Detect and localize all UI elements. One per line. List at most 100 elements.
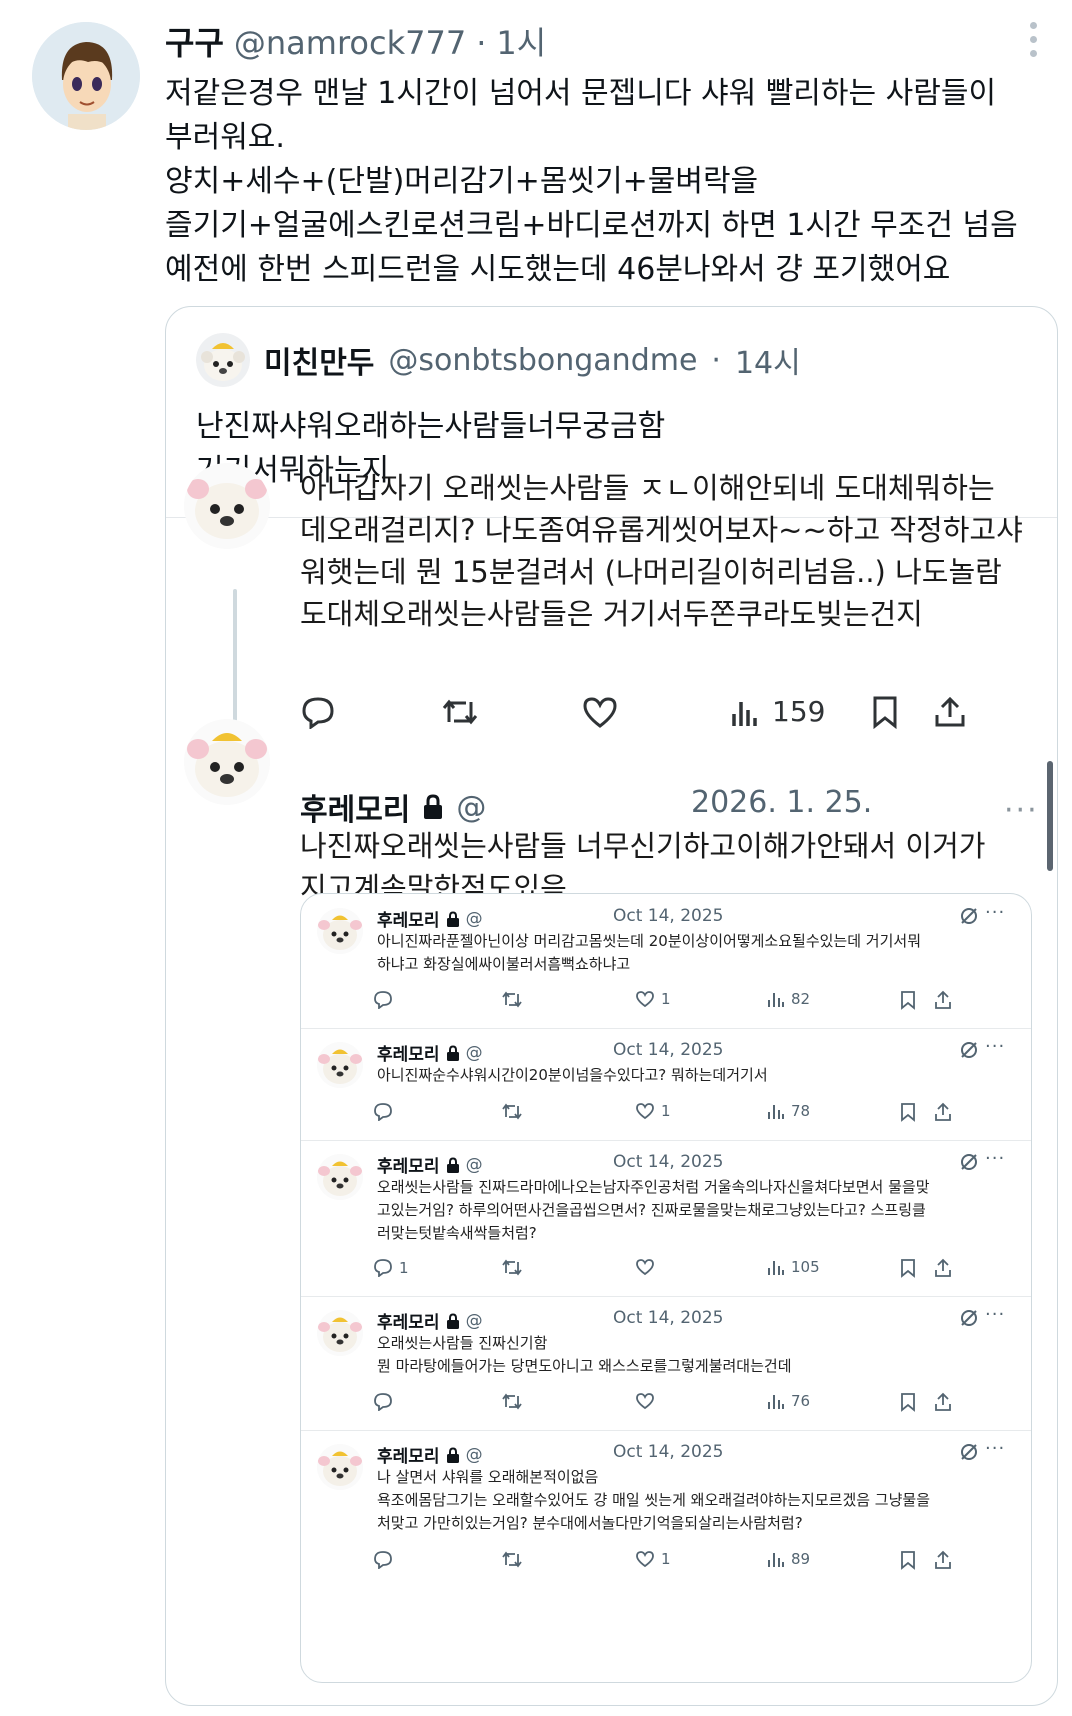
like-icon: 1: [635, 1102, 671, 1120]
mini-name: 후레모리: [377, 1447, 440, 1467]
mini-avatar: [317, 1154, 363, 1200]
mini-line: 고있는거임? 하루의어떤사건을곱씹으면서? 진짜로물을맞는채로그냥있는다고? 스…: [377, 1201, 926, 1219]
quoted-time[interactable]: 14시: [735, 338, 801, 382]
quoted-separator: ·: [711, 342, 721, 378]
mini-handle: @: [465, 1444, 483, 1465]
views-stat: 105: [767, 1258, 820, 1276]
share-icon: [933, 990, 953, 1010]
mini-line: 오래씻는사람들 진짜드라마에나오는남자주인공처럼 거울속의나자신을쳐다보면서 물…: [377, 1178, 930, 1196]
mini-header: 후레모리 @: [377, 1308, 483, 1334]
mini-line: 아니진짜순수샤워시간이20분이넘을수있다고? 뭐하는데거기서: [377, 1066, 768, 1084]
more-horizontal-icon: ···: [985, 1148, 1006, 1169]
embedded-tweet: 후레모리 @ Oct 14, 2025 ··· 오래씻는사람들 진짜드라마에나오는…: [301, 1140, 1031, 1296]
main-display-name[interactable]: 구구: [165, 18, 224, 64]
like-icon: [635, 1392, 661, 1410]
mini-date: Oct 14, 2025: [613, 1442, 724, 1462]
grok-icon: [961, 1310, 977, 1326]
mini-header: 후레모리 @: [377, 1040, 483, 1066]
lock-icon: [446, 1446, 459, 1463]
mini-text: 아니진짜라푼젤아닌이상 머리감고몸씻는데 20분이상이어떻게소요될수있는데 거기…: [377, 930, 921, 976]
mini-date: Oct 14, 2025: [613, 1152, 724, 1172]
quoted-display-name[interactable]: 미친만두: [264, 338, 374, 382]
main-line: 저같은경우 맨날 1시간이 넘어서 문젭니다 샤워 빨리하는 사람들이: [165, 76, 997, 111]
bookmark-icon: [899, 1102, 917, 1122]
mini-actions: 1 82: [373, 990, 1023, 1014]
screenshot-tweet1-actions: 159: [300, 695, 1030, 741]
reply-icon: [373, 990, 399, 1009]
mini-avatar: [317, 1042, 363, 1088]
tweet2-date: 2026. 1. 25.: [691, 785, 873, 820]
share-icon: [933, 1258, 953, 1278]
mini-name: 후레모리: [377, 1045, 440, 1065]
lock-icon: [424, 794, 443, 819]
share-icon: [933, 1392, 953, 1412]
screenshot-avatar-2: [184, 719, 270, 805]
tweet1-line: 도대체오래씻는사람들은 거기서두쫀쿠라도빚는건지: [300, 597, 923, 631]
views-stat: 78: [767, 1102, 810, 1120]
like-icon: [635, 1258, 661, 1276]
tweet2-name: 후레모리: [300, 793, 411, 828]
quoted-handle[interactable]: @sonbtsbongandme: [388, 343, 697, 378]
tweet1-line: 아니갑자기 오래씻는사람들 ㅈㄴ이해안되네 도대체뭐하는: [300, 471, 995, 505]
main-handle[interactable]: @namrock777: [234, 24, 466, 62]
bookmark-icon: [899, 1258, 917, 1278]
mini-line: 욕조에몸담그기는 오래할수있어도 걍 매일 씻는게 왜오래걸려야하는지모르겠음 …: [377, 1491, 931, 1509]
like-icon: 1: [635, 1550, 671, 1568]
mini-handle: @: [465, 1310, 483, 1331]
main-avatar[interactable]: [32, 22, 140, 130]
lock-icon: [446, 1156, 459, 1173]
mini-line: 뭔 마라탕에들어가는 당면도아니고 왜스스로를그렇게불려대는건데: [377, 1357, 792, 1375]
mini-avatar: [317, 1444, 363, 1490]
mini-text: 아니진짜순수샤워시간이20분이넘을수있다고? 뭐하는데거기서: [377, 1064, 768, 1087]
lock-icon: [446, 1312, 459, 1329]
views-stat: 89: [767, 1550, 810, 1568]
quoted-post-card[interactable]: 미친만두 @sonbtsbongandme · 14시 난진짜샤워오래하는사람들…: [165, 306, 1058, 1706]
scrollbar: [1047, 761, 1053, 871]
reply-icon: [300, 695, 336, 729]
mini-name: 후레모리: [377, 1313, 440, 1333]
mini-line: 나 살면서 샤워를 오래해본적이없음: [377, 1468, 599, 1486]
quoted-avatar[interactable]: [196, 333, 250, 387]
grok-icon: [961, 1042, 977, 1058]
main-post-text: 저같은경우 맨날 1시간이 넘어서 문젭니다 샤워 빨리하는 사람들이 부러워요…: [165, 72, 1045, 292]
views-stat: 159: [730, 695, 825, 728]
mini-date: Oct 14, 2025: [613, 1308, 724, 1328]
mini-line: 아니진짜라푼젤아닌이상 머리감고몸씻는데 20분이상이어떻게소요될수있는데 거기…: [377, 932, 921, 950]
quoted-line: 난진짜샤워오래하는사람들너무궁금함: [196, 409, 666, 444]
mini-line: 오래씻는사람들 진짜신기함: [377, 1334, 548, 1352]
more-horizontal-icon: ···: [985, 902, 1006, 923]
mini-avatar: [317, 908, 363, 954]
more-vertical-icon[interactable]: [1028, 22, 1038, 57]
more-horizontal-icon: ···: [1004, 793, 1039, 828]
mini-actions: 76: [373, 1392, 1023, 1416]
tweet2-line: 나진짜오래씻는사람들 너무신기하고이해가안돼서 이거가: [300, 829, 986, 863]
tweet1-line: 데오래걸리지? 나도좀여유롭게씻어보자~~하고 작정하고샤: [300, 513, 1023, 547]
like-icon: 1: [635, 990, 671, 1008]
bookmark-icon: [870, 695, 900, 729]
mini-header: 후레모리 @: [377, 906, 483, 932]
more-horizontal-icon: ···: [985, 1438, 1006, 1459]
mini-line: 처맞고 가만히있는거임? 분수대에서놀다만기억을되살리는사람처럼?: [377, 1514, 803, 1532]
views-count: 159: [772, 695, 826, 728]
mini-text: 오래씻는사람들 진짜신기함 뭔 마라탕에들어가는 당면도아니고 왜스스로를그렇게…: [377, 1332, 792, 1378]
mini-actions: 1 89: [373, 1550, 1023, 1574]
screenshot-tweet2-header: 후레모리 @: [300, 785, 486, 829]
lock-icon: [446, 910, 459, 927]
main-time[interactable]: 1시: [496, 18, 546, 64]
reply-icon: [373, 1102, 399, 1121]
bookmark-icon: [899, 1392, 917, 1412]
mini-text: 오래씻는사람들 진짜드라마에나오는남자주인공처럼 거울속의나자신을쳐다보면서 물…: [377, 1176, 930, 1245]
mini-actions: 1 105: [373, 1258, 1023, 1282]
reply-icon: [373, 1392, 399, 1411]
main-line: 양치+세수+(단발)머리감기+몸씻기+물벼락을: [165, 164, 759, 199]
mini-line: 하냐고 화장실에싸이불러서흠뻑쇼하냐고: [377, 955, 631, 973]
embedded-tweets-card: 후레모리 @ Oct 14, 2025 ··· 아니진짜라푼젤아닌이상 머리감고몸…: [300, 893, 1032, 1683]
mini-avatar: [317, 1310, 363, 1356]
retweet-icon: [440, 695, 480, 729]
mini-header: 후레모리 @: [377, 1442, 483, 1468]
mini-handle: @: [465, 1154, 483, 1175]
embedded-tweet: 후레모리 @ Oct 14, 2025 ··· 나 살면서 샤워를 오래해본적이없…: [301, 1430, 1031, 1590]
quoted-post-header: 미친만두 @sonbtsbongandme · 14시: [196, 333, 801, 387]
retweet-icon: [501, 990, 523, 1009]
tweet1-line: 워햇는데 뭔 15분걸려서 (나머리길이허리넘음..) 나도놀람: [300, 555, 1002, 589]
